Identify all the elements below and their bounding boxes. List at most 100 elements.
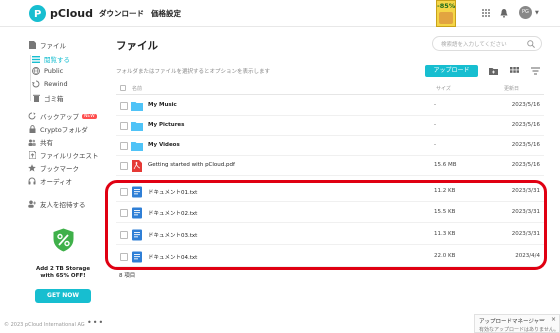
sidebar-item-label: オーディオ [40, 178, 73, 186]
file-name[interactable]: ドキュメント01.txt [148, 188, 197, 196]
sidebar-item-browse[interactable]: 閲覧する [32, 54, 70, 64]
get-now-button[interactable]: GET NOW [35, 289, 91, 303]
sidebar-item-crypto[interactable]: Cryptoフォルダ [28, 124, 88, 134]
file-icon [28, 41, 36, 49]
row-checkbox[interactable] [120, 122, 128, 130]
notification-bell-icon[interactable] [499, 8, 509, 18]
search-input[interactable]: 検索語を入力してください [432, 36, 542, 51]
sidebar-item-label: ゴミ箱 [44, 95, 64, 103]
sidebar-item-file-request[interactable]: ファイルリクエスト [28, 150, 99, 160]
shared-icon [28, 138, 36, 146]
upload-manager-title: アップロードマネージャー [479, 319, 545, 325]
document-icon [132, 186, 142, 198]
apps-grid-icon[interactable] [481, 8, 491, 18]
table-row[interactable]: My Pictures - 2023/5/16 [116, 117, 544, 136]
file-request-icon [28, 151, 36, 159]
table-row[interactable]: ドキュメント02.txt 15.5 KB 2023/3/31 [116, 204, 544, 223]
search-placeholder: 検索語を入力してください [441, 42, 507, 48]
pcloud-logo[interactable]: P pCloud [29, 5, 93, 22]
minimize-icon[interactable]: — [539, 316, 545, 323]
table-row[interactable]: My Music - 2023/5/16 [116, 97, 544, 116]
column-header-size[interactable]: サイズ [436, 85, 451, 92]
file-name[interactable]: My Music [148, 102, 177, 108]
file-size: - [434, 102, 436, 108]
file-name[interactable]: ドキュメント02.txt [148, 209, 197, 217]
new-folder-icon[interactable] [489, 67, 498, 75]
file-name[interactable]: Getting started with pCloud.pdf [148, 162, 235, 168]
file-date: 2023/5/16 [511, 122, 540, 128]
row-checkbox[interactable] [120, 231, 128, 239]
grid-view-icon[interactable] [510, 67, 519, 75]
sidebar-tree-line [30, 55, 31, 101]
table-row[interactable]: ドキュメント03.txt 11.3 KB 2023/3/31 [116, 226, 544, 245]
file-size: 15.5 KB [434, 209, 456, 215]
sidebar-item-label: バックアップ [40, 113, 79, 121]
list-icon [32, 55, 40, 63]
row-checkbox[interactable] [120, 188, 128, 196]
table-row[interactable]: ドキュメント01.txt 11.2 KB 2023/3/31 [116, 183, 544, 202]
column-header-modified[interactable]: 更新日 [504, 85, 519, 92]
sidebar-item-label: ブックマーク [40, 165, 79, 173]
user-avatar[interactable]: PG [519, 6, 532, 19]
sidebar-item-shared[interactable]: 共有 [28, 137, 53, 147]
file-date: 2023/3/31 [511, 231, 540, 237]
sidebar-item-label: Public [44, 67, 64, 75]
row-checkbox[interactable] [120, 209, 128, 217]
document-icon [132, 229, 142, 241]
item-count: 8 項目 [119, 273, 136, 279]
column-header-name[interactable]: 名前 [132, 85, 142, 92]
pdf-file-icon [132, 160, 142, 172]
file-name[interactable]: ドキュメント04.txt [148, 253, 197, 261]
sidebar-item-backup[interactable]: バックアップ NEW [28, 111, 97, 121]
close-icon[interactable]: × [551, 316, 556, 323]
sidebar-item-audio[interactable]: オーディオ [28, 176, 72, 186]
file-name[interactable]: My Pictures [148, 122, 184, 128]
file-size: - [434, 122, 436, 128]
sidebar-item-public[interactable]: Public [32, 67, 63, 75]
promo-ad-badge[interactable]: -85% [436, 0, 456, 27]
upload-button[interactable]: アップロード [425, 65, 478, 77]
select-all-checkbox[interactable] [120, 85, 126, 91]
lock-icon [28, 125, 36, 133]
file-date: 2023/5/16 [511, 142, 540, 148]
nav-pricing[interactable]: 価格設定 [151, 8, 181, 19]
file-size: 15.6 MB [434, 162, 457, 168]
sidebar-item-label: ファイルリクエスト [40, 152, 99, 160]
top-bar: P pCloud ダウンロード 価格設定 -85% PG ▼ [0, 0, 560, 27]
sidebar: ファイル 閲覧する Public Rewind ゴミ箱 バックアップ NEW C… [0, 27, 104, 333]
file-size: 11.3 KB [434, 231, 456, 237]
folder-icon [131, 142, 143, 151]
discount-shield-icon [53, 228, 74, 252]
promo-text: Add 2 TB Storage with 65% OFF! [35, 266, 91, 279]
sidebar-item-files[interactable]: ファイル [28, 40, 66, 50]
file-name[interactable]: My Videos [148, 142, 180, 148]
file-date: 2023/3/31 [511, 188, 540, 194]
chevron-down-icon[interactable]: ▼ [535, 10, 539, 16]
table-row[interactable]: Getting started with pCloud.pdf 15.6 MB … [116, 157, 544, 176]
sort-icon[interactable] [531, 67, 540, 75]
nav-download[interactable]: ダウンロード [99, 8, 144, 19]
row-checkbox[interactable] [120, 102, 128, 110]
backup-icon [28, 112, 36, 120]
sidebar-item-rewind[interactable]: Rewind [32, 80, 68, 88]
row-checkbox[interactable] [120, 253, 128, 261]
selection-hint: フォルダまたはファイルを選択するとオプションを表示します [116, 69, 271, 75]
more-options-icon[interactable]: ••• [87, 318, 104, 327]
table-row[interactable]: ドキュメント04.txt 22.0 KB 2023/4/4 [116, 248, 544, 267]
sidebar-item-trash[interactable]: ゴミ箱 [32, 93, 64, 103]
sidebar-item-bookmarks[interactable]: ブックマーク [28, 163, 79, 173]
sidebar-item-label: 友人を招待する [40, 201, 86, 209]
search-icon[interactable] [527, 40, 535, 48]
pcloud-logo-icon: P [29, 5, 46, 22]
upload-manager-panel[interactable]: アップロードマネージャー 有効なアップロードはありません。 — × [474, 314, 560, 333]
sidebar-item-invite[interactable]: 友人を招待する [28, 199, 86, 209]
new-badge: NEW [82, 113, 97, 119]
file-name[interactable]: ドキュメント03.txt [148, 231, 197, 239]
folder-icon [131, 102, 143, 111]
ad-percent: -85% [437, 2, 456, 10]
sidebar-item-label: Cryptoフォルダ [40, 126, 88, 134]
sidebar-item-label: Rewind [44, 80, 68, 88]
table-row[interactable]: My Videos - 2023/5/16 [116, 137, 544, 156]
row-checkbox[interactable] [120, 142, 128, 150]
row-checkbox[interactable] [120, 162, 128, 170]
